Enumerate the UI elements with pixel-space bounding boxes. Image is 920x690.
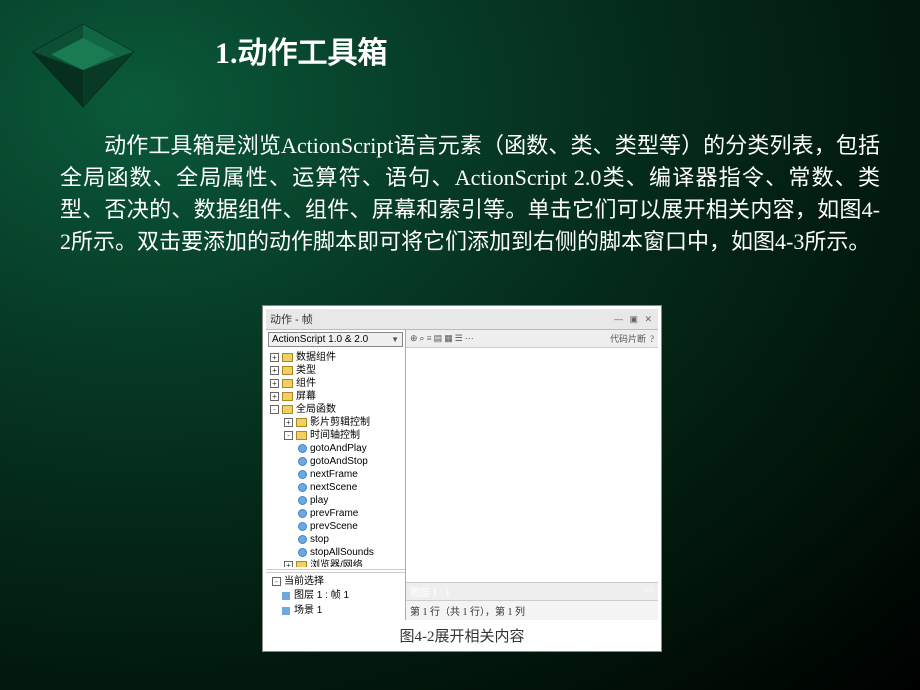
navigator-item[interactable]: 场景 1 <box>268 603 403 618</box>
figure-4-2: 动作 - 帧 — ▣ ✕ ActionScript 1.0 & 2.0 ▼ + 数… <box>262 305 662 652</box>
actions-panel-titlebar: 动作 - 帧 — ▣ ✕ <box>266 309 658 330</box>
method-icon <box>298 444 307 453</box>
tree-item-label: play <box>310 494 328 507</box>
tree-item-label: prevScene <box>310 520 358 533</box>
panel-title-text: 动作 - 帧 <box>270 311 313 327</box>
script-toolbar[interactable]: ⊕⌕≡▤▦☰⋯ 代码片断 ? <box>406 330 658 348</box>
tree-item-label: 屏幕 <box>296 390 316 403</box>
expand-icon: + <box>270 379 279 388</box>
help-icon[interactable]: ? <box>650 334 654 344</box>
status-line: 第 1 行（共 1 行），第 1 列 <box>406 600 658 620</box>
actions-tree[interactable]: +数据组件+类型+组件+屏幕-全局函数+影片剪辑控制-时间轴控制gotoAndP… <box>266 349 405 567</box>
folder-icon <box>282 392 293 401</box>
tree-item-label: nextFrame <box>310 468 358 481</box>
figure-caption: 图4-2展开相关内容 <box>266 620 658 648</box>
folder-icon <box>296 431 307 440</box>
tree-item-label: gotoAndStop <box>310 455 368 468</box>
expand-icon: + <box>270 392 279 401</box>
method-icon <box>298 470 307 479</box>
navigator-heading: 当前选择 <box>284 575 324 588</box>
script-navigator[interactable]: - 当前选择 图层 1 : 帧 1 场景 1 <box>266 572 405 620</box>
layer-icon <box>282 592 290 600</box>
collapse-icon: - <box>284 431 293 440</box>
slide-paragraph: 动作工具箱是浏览ActionScript语言元素（函数、类、类型等）的分类列表，… <box>60 130 880 258</box>
navigator-item[interactable]: 图层 1 : 帧 1 <box>268 588 403 603</box>
actionscript-version-select[interactable]: ActionScript 1.0 & 2.0 ▼ <box>268 332 403 347</box>
method-icon <box>298 509 307 518</box>
slide-title: 1.动作工具箱 <box>215 28 388 72</box>
gem-icon <box>28 18 138 113</box>
folder-icon <box>296 418 307 427</box>
tree-item-label: 时间轴控制 <box>310 429 360 442</box>
script-pane: ⊕⌕≡▤▦☰⋯ 代码片断 ? 图层 1 : 1▭ 第 1 行（共 1 行），第 … <box>406 330 658 620</box>
toolbar-left-icons: ⊕⌕≡▤▦☰⋯ <box>410 333 476 344</box>
tree-item[interactable]: + 浏览器/网络 <box>266 559 405 567</box>
tree-item-label: 浏览器/网络 <box>310 559 363 567</box>
tree-item-label: 组件 <box>296 377 316 390</box>
tree-item-label: gotoAndPlay <box>310 442 367 455</box>
layer-tab: 图层 1 : 1▭ <box>406 582 658 600</box>
folder-icon <box>296 561 307 567</box>
tree-item[interactable]: stopAllSounds <box>266 546 405 559</box>
panel-title-icons: — ▣ ✕ <box>614 314 654 325</box>
folder-icon <box>282 366 293 375</box>
tree-item[interactable]: + 类型 <box>266 364 405 377</box>
tree-item[interactable]: gotoAndPlay <box>266 442 405 455</box>
tree-item-label: stop <box>310 533 329 546</box>
tree-item[interactable]: gotoAndStop <box>266 455 405 468</box>
navigator-item-label: 场景 1 <box>294 604 322 617</box>
script-text-area[interactable] <box>406 348 658 582</box>
tree-item-label: stopAllSounds <box>310 546 374 559</box>
tree-item[interactable]: + 数据组件 <box>266 351 405 364</box>
tree-item[interactable]: play <box>266 494 405 507</box>
method-icon <box>298 522 307 531</box>
method-icon <box>298 483 307 492</box>
expand-icon: + <box>270 366 279 375</box>
tree-item-label: 类型 <box>296 364 316 377</box>
folder-icon <box>282 405 293 414</box>
tree-item-label: nextScene <box>310 481 357 494</box>
tree-item[interactable]: nextScene <box>266 481 405 494</box>
code-snippet-label[interactable]: 代码片断 <box>610 332 646 345</box>
folder-icon <box>282 379 293 388</box>
method-icon <box>298 457 307 466</box>
collapse-icon: - <box>270 405 279 414</box>
tree-item[interactable]: + 影片剪辑控制 <box>266 416 405 429</box>
tree-item[interactable]: - 全局函数 <box>266 403 405 416</box>
actions-toolbox-pane: ActionScript 1.0 & 2.0 ▼ +数据组件+类型+组件+屏幕-… <box>266 330 406 620</box>
tree-item[interactable]: nextFrame <box>266 468 405 481</box>
method-icon <box>298 496 307 505</box>
tree-item[interactable]: prevScene <box>266 520 405 533</box>
navigator-item-label: 图层 1 : 帧 1 <box>294 589 349 602</box>
tree-item[interactable]: stop <box>266 533 405 546</box>
tree-item-label: prevFrame <box>310 507 358 520</box>
tree-item[interactable]: + 组件 <box>266 377 405 390</box>
chevron-down-icon: ▼ <box>391 335 399 344</box>
layer-icon <box>282 607 290 615</box>
tree-item-label: 影片剪辑控制 <box>310 416 370 429</box>
tree-item[interactable]: - 时间轴控制 <box>266 429 405 442</box>
tree-item[interactable]: + 屏幕 <box>266 390 405 403</box>
tree-item[interactable]: prevFrame <box>266 507 405 520</box>
expand-icon: + <box>284 561 293 567</box>
folder-icon <box>282 353 293 362</box>
collapse-icon: - <box>272 577 281 586</box>
tree-item-label: 数据组件 <box>296 351 336 364</box>
method-icon <box>298 535 307 544</box>
expand-icon: + <box>270 353 279 362</box>
method-icon <box>298 548 307 557</box>
tree-item-label: 全局函数 <box>296 403 336 416</box>
expand-icon: + <box>284 418 293 427</box>
